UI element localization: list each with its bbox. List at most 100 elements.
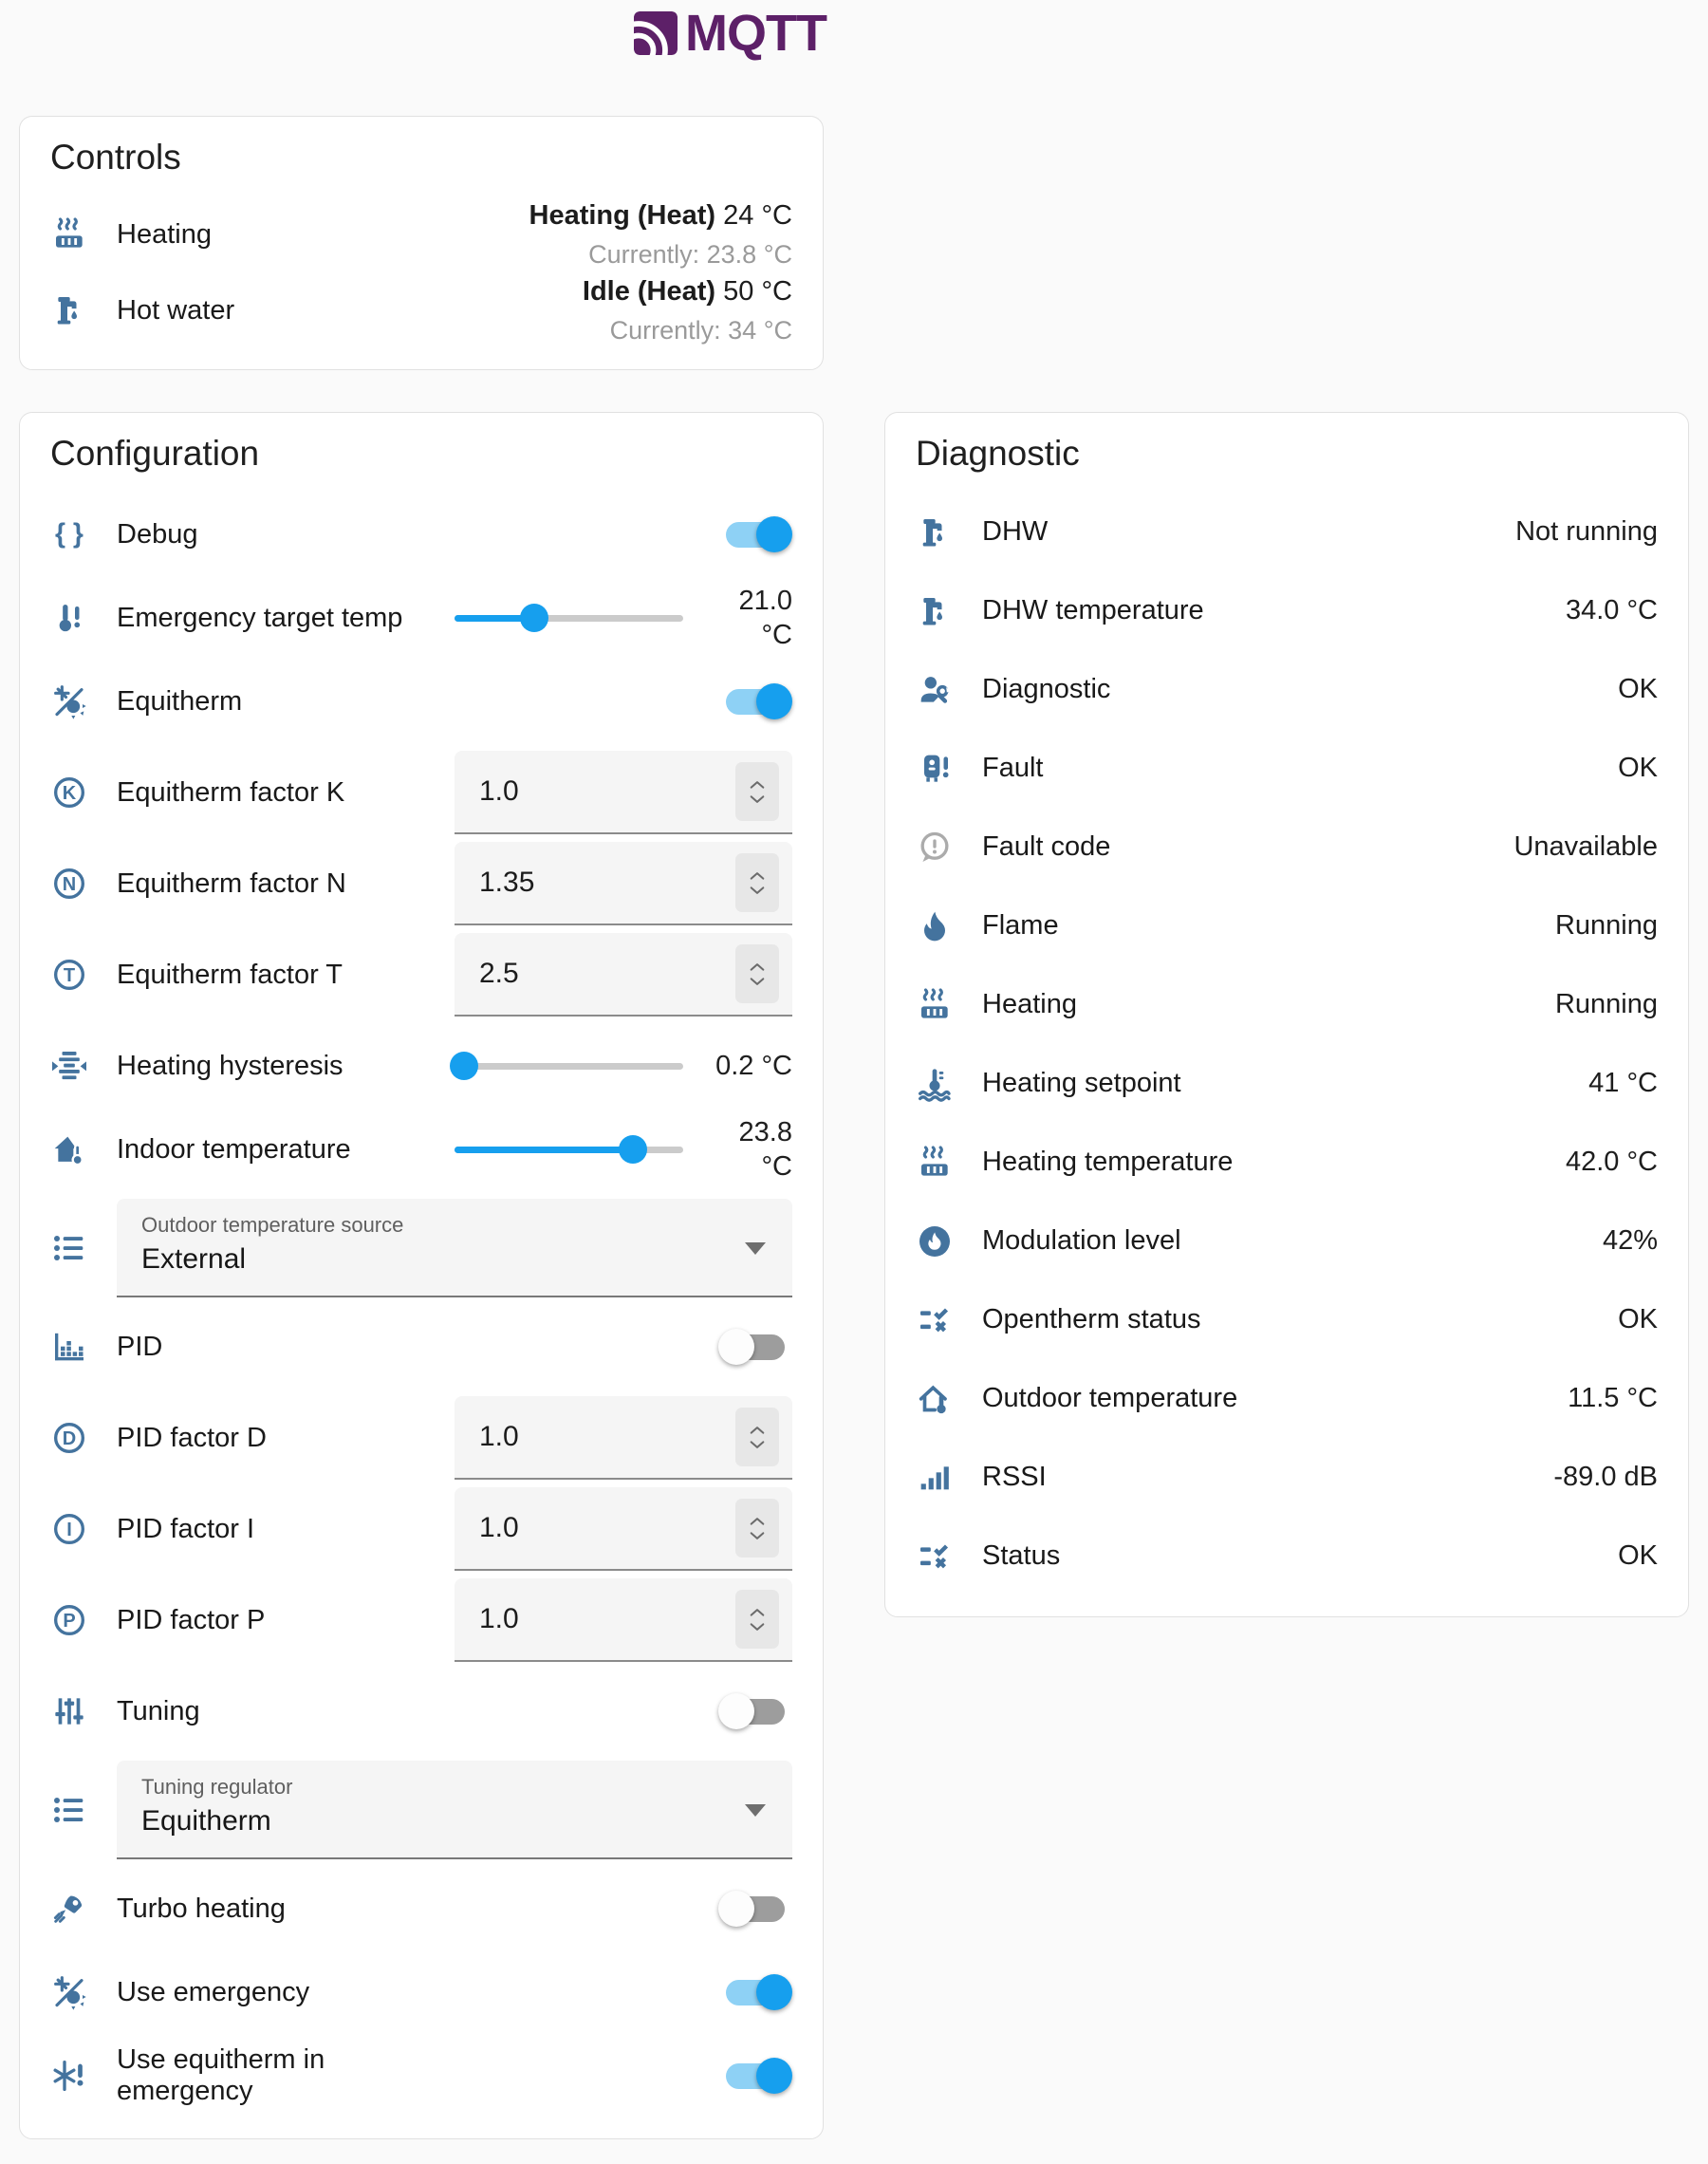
stepper-up-icon[interactable] — [748, 779, 767, 790]
alpha-k-circle-icon: K — [50, 774, 88, 812]
pid-factor-d-input[interactable]: 1.0 — [455, 1396, 792, 1480]
diagnostic-row-fault-code[interactable]: Fault codeUnavailable — [916, 808, 1658, 886]
dropdown-caret-icon — [745, 1242, 766, 1255]
diagnostic-row-flame[interactable]: FlameRunning — [916, 886, 1658, 965]
use-equitherm-in-emergency-toggle[interactable] — [726, 2063, 785, 2089]
diagnostic-row-heating-temperature[interactable]: Heating temperature42.0 °C — [916, 1123, 1658, 1202]
diagnostic-row-status[interactable]: StatusOK — [916, 1517, 1658, 1595]
diagnostic-card-title: Diagnostic — [916, 434, 1658, 474]
pid-toggle[interactable] — [726, 1334, 785, 1360]
outdoor-temperature-source-select[interactable]: Outdoor temperature sourceExternal — [117, 1199, 792, 1297]
slider-thumb[interactable] — [619, 1135, 647, 1164]
stepper-up-icon[interactable] — [748, 1425, 767, 1435]
number-value: 1.0 — [479, 1603, 735, 1635]
diagnostic-value: -89.0 dB — [1553, 1462, 1658, 1493]
stepper-down-icon[interactable] — [748, 1531, 767, 1541]
number-stepper[interactable] — [735, 853, 779, 912]
number-stepper[interactable] — [735, 1499, 779, 1558]
sun-snowflake-icon — [50, 1973, 88, 2011]
pid-factor-i-input[interactable]: 1.0 — [455, 1487, 792, 1571]
turbo-heating-toggle[interactable] — [726, 1896, 785, 1922]
select-label: Tuning regulator — [141, 1775, 735, 1800]
stepper-up-icon[interactable] — [748, 961, 767, 972]
number-stepper[interactable] — [735, 1408, 779, 1466]
stepper-down-icon[interactable] — [748, 1622, 767, 1632]
diagnostic-row-diagnostic[interactable]: DiagnosticOK — [916, 650, 1658, 729]
emergency-target-temp-slider[interactable] — [455, 615, 683, 622]
stepper-up-icon[interactable] — [748, 1607, 767, 1617]
tuning-regulator-select[interactable]: Tuning regulatorEquitherm — [117, 1761, 792, 1859]
diagnostic-row-rssi[interactable]: RSSI-89.0 dB — [916, 1438, 1658, 1517]
pid-factor-p-input[interactable]: 1.0 — [455, 1578, 792, 1662]
use-emergency-toggle[interactable] — [726, 1980, 785, 2005]
stepper-down-icon[interactable] — [748, 886, 767, 896]
diagnostic-label: Heating temperature — [982, 1147, 1566, 1178]
control-state-current: Currently: 23.8 °C — [529, 239, 793, 270]
number-value: 1.0 — [479, 1512, 735, 1544]
number-stepper[interactable] — [735, 944, 779, 1003]
control-state-hot-water[interactable]: Idle (Heat) 50 °CCurrently: 34 °C — [583, 275, 792, 345]
stepper-up-icon[interactable] — [748, 1516, 767, 1526]
diagnostic-row-heating-setpoint[interactable]: Heating setpoint41 °C — [916, 1044, 1658, 1123]
code-braces-icon: { } — [50, 515, 88, 553]
water-pump-icon — [916, 513, 954, 551]
chart-histogram-icon — [50, 1328, 88, 1366]
diagnostic-value: 42.0 °C — [1566, 1147, 1658, 1178]
diagnostic-row-heating[interactable]: HeatingRunning — [916, 965, 1658, 1044]
stepper-down-icon[interactable] — [748, 977, 767, 987]
stepper-down-icon[interactable] — [748, 1440, 767, 1450]
equitherm-factor-k-input[interactable]: 1.0 — [455, 751, 792, 834]
config-row-pid: PID — [50, 1305, 792, 1389]
diagnostic-row-modulation-level[interactable]: Modulation level42% — [916, 1202, 1658, 1280]
control-state-heating[interactable]: Heating (Heat) 24 °C Currently: 23.8 °C — [529, 199, 793, 270]
stepper-up-icon[interactable] — [748, 870, 767, 881]
config-control — [455, 522, 792, 548]
stepper-down-icon[interactable] — [748, 794, 767, 805]
tune-vertical-icon — [50, 1692, 88, 1730]
heating-hysteresis-slider[interactable] — [455, 1063, 683, 1070]
equitherm-factor-n-input[interactable]: 1.35 — [455, 842, 792, 925]
svg-text:P: P — [63, 1611, 75, 1632]
diagnostic-row-fault[interactable]: FaultOK — [916, 729, 1658, 808]
svg-text:K: K — [63, 783, 77, 804]
svg-text:{ }: { } — [55, 519, 84, 550]
number-stepper[interactable] — [735, 1590, 779, 1649]
config-label: PID — [117, 1332, 455, 1363]
slider-value: 23.8 °C — [702, 1115, 792, 1185]
config-control: 1.35 — [455, 842, 792, 925]
config-row-indoor-temperature: Indoor temperature23.8 °C — [50, 1108, 792, 1191]
control-state-line: Heating (Heat) 24 °C — [529, 199, 793, 233]
indoor-temperature-slider[interactable] — [455, 1147, 683, 1153]
home-thermometer-out-icon — [916, 1380, 954, 1418]
diagnostic-label: Opentherm status — [982, 1304, 1618, 1335]
config-label: PID factor P — [117, 1605, 455, 1636]
toggle-knob — [756, 2058, 792, 2094]
equitherm-toggle[interactable] — [726, 689, 785, 715]
diagnostic-row-dhw[interactable]: DHWNot running — [916, 493, 1658, 571]
thermometer-water-icon — [916, 1065, 954, 1103]
diagnostic-row-outdoor-temperature[interactable]: Outdoor temperature11.5 °C — [916, 1359, 1658, 1438]
number-value: 1.0 — [479, 1421, 735, 1453]
control-label: Heating — [117, 219, 529, 251]
number-stepper[interactable] — [735, 762, 779, 821]
tuning-toggle[interactable] — [726, 1699, 785, 1725]
config-label: PID factor I — [117, 1514, 455, 1545]
diagnostic-row-opentherm-status[interactable]: Opentherm statusOK — [916, 1280, 1658, 1359]
equitherm-factor-t-input[interactable]: 2.5 — [455, 933, 792, 1017]
slider-thumb[interactable] — [520, 604, 548, 632]
config-control — [455, 1334, 792, 1360]
slider-thumb[interactable] — [450, 1052, 478, 1080]
account-wrench-icon — [916, 671, 954, 709]
diagnostic-value: OK — [1618, 753, 1658, 784]
diagnostic-row-dhw-temperature[interactable]: DHW temperature34.0 °C — [916, 571, 1658, 650]
debug-toggle[interactable] — [726, 522, 785, 548]
controls-card: Controls HeatingHeating (Heat) 24 °CCurr… — [19, 116, 824, 370]
diagnostic-card: Diagnostic DHWNot runningDHW temperature… — [884, 412, 1689, 1617]
diagnostic-label: DHW — [982, 516, 1515, 548]
svg-text:T: T — [64, 965, 75, 986]
diagnostic-label: Outdoor temperature — [982, 1383, 1568, 1414]
diagnostic-value: OK — [1618, 674, 1658, 705]
config-label: Heating hysteresis — [117, 1051, 455, 1082]
slider-fill — [455, 1147, 633, 1153]
diagnostic-value: Unavailable — [1513, 831, 1658, 863]
